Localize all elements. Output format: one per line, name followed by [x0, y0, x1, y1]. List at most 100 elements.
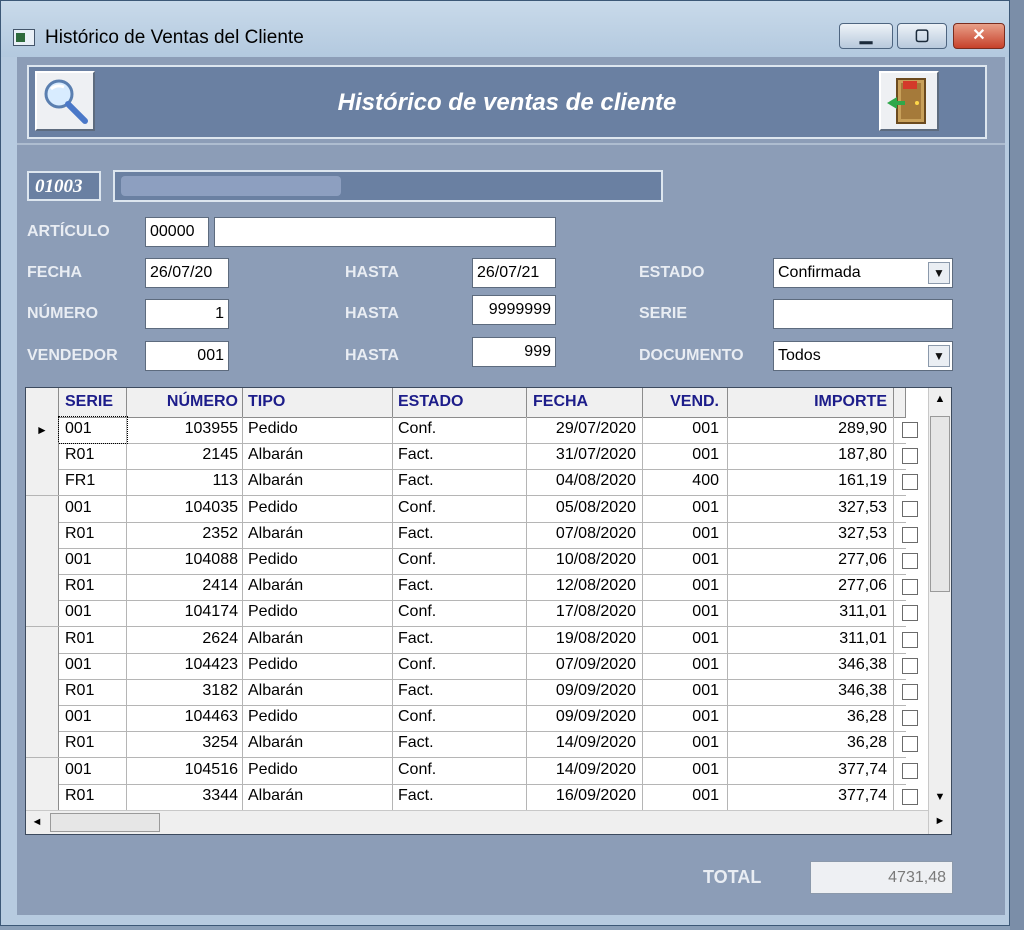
- cell-numero[interactable]: 113: [127, 469, 243, 496]
- cell-numero[interactable]: 2145: [127, 443, 243, 470]
- cell-importe[interactable]: 327,53: [728, 495, 894, 522]
- cell-vend[interactable]: 001: [643, 600, 728, 627]
- numero-to-input[interactable]: 9999999: [472, 295, 556, 325]
- cell-importe[interactable]: 311,01: [728, 600, 894, 627]
- cell-serie[interactable]: R01: [59, 574, 127, 601]
- cell-fecha[interactable]: 14/09/2020: [527, 757, 643, 784]
- table-row[interactable]: R01 2352 Albarán Fact. 07/08/2020 001 327,53: [26, 521, 918, 549]
- cell-vend[interactable]: 001: [643, 521, 728, 548]
- vendedor-to-input[interactable]: 999: [472, 337, 556, 367]
- cell-tipo[interactable]: Pedido: [243, 548, 393, 574]
- row-indicator[interactable]: [26, 574, 59, 601]
- cell-tipo[interactable]: Pedido: [243, 495, 393, 522]
- cell-serie[interactable]: 001: [59, 652, 127, 679]
- row-checkbox[interactable]: [902, 657, 918, 674]
- cell-fecha[interactable]: 19/08/2020: [527, 626, 643, 653]
- row-checkbox[interactable]: [902, 788, 918, 805]
- cell-serie[interactable]: FR1: [59, 469, 127, 496]
- cell-tipo[interactable]: Albarán: [243, 469, 393, 496]
- cell-tipo[interactable]: Pedido: [243, 417, 393, 443]
- estado-select[interactable]: Confirmada ▼: [773, 258, 953, 288]
- cell-estado[interactable]: Fact.: [393, 731, 527, 758]
- cell-fecha[interactable]: 16/09/2020: [527, 783, 643, 810]
- row-indicator[interactable]: [26, 548, 59, 574]
- cell-fecha[interactable]: 07/08/2020: [527, 521, 643, 548]
- column-header-estado[interactable]: ESTADO: [393, 388, 527, 417]
- table-row[interactable]: R01 3254 Albarán Fact. 14/09/2020 001 36,28: [26, 731, 918, 759]
- cell-vend[interactable]: 001: [643, 679, 728, 705]
- cell-estado[interactable]: Conf.: [393, 495, 527, 522]
- row-indicator[interactable]: [26, 731, 59, 758]
- cell-fecha[interactable]: 17/08/2020: [527, 600, 643, 627]
- row-checkbox[interactable]: [902, 579, 918, 596]
- cell-numero[interactable]: 104423: [127, 652, 243, 679]
- row-checkbox[interactable]: [902, 684, 918, 700]
- row-checkbox[interactable]: [902, 605, 918, 622]
- vertical-scroll-thumb[interactable]: [930, 416, 950, 592]
- cell-importe[interactable]: 187,80: [728, 443, 894, 470]
- column-header-numero[interactable]: NÚMERO: [127, 388, 243, 417]
- cell-importe[interactable]: 346,38: [728, 679, 894, 705]
- cell-numero[interactable]: 2624: [127, 626, 243, 653]
- row-checkbox[interactable]: [902, 448, 918, 465]
- row-checkbox[interactable]: [902, 474, 918, 491]
- table-row[interactable]: 001 104035 Pedido Conf. 05/08/2020 001 327,53: [26, 495, 918, 523]
- cell-vend[interactable]: 001: [643, 652, 728, 679]
- cell-estado[interactable]: Fact.: [393, 626, 527, 653]
- scroll-left-icon[interactable]: ◄: [26, 811, 48, 833]
- cell-fecha[interactable]: 07/09/2020: [527, 652, 643, 679]
- cell-estado[interactable]: Conf.: [393, 652, 527, 679]
- cell-tipo[interactable]: Pedido: [243, 705, 393, 732]
- cell-serie[interactable]: R01: [59, 679, 127, 705]
- cell-serie[interactable]: 001: [58, 416, 128, 444]
- row-indicator[interactable]: [26, 469, 59, 496]
- cell-fecha[interactable]: 10/08/2020: [527, 548, 643, 574]
- cell-fecha[interactable]: 09/09/2020: [527, 679, 643, 705]
- column-header-tipo[interactable]: TIPO: [243, 388, 393, 417]
- cell-estado[interactable]: Fact.: [393, 679, 527, 705]
- fecha-to-input[interactable]: 26/07/21: [472, 258, 556, 288]
- cell-vend[interactable]: 001: [643, 757, 728, 784]
- vendedor-from-input[interactable]: 001: [145, 341, 229, 371]
- cell-tipo[interactable]: Pedido: [243, 600, 393, 627]
- column-header-importe[interactable]: IMPORTE: [728, 388, 894, 417]
- table-row[interactable]: 001 104516 Pedido Conf. 14/09/2020 001 377,74: [26, 757, 918, 785]
- cell-serie[interactable]: R01: [59, 443, 127, 470]
- cell-importe[interactable]: 327,53: [728, 521, 894, 548]
- cell-numero[interactable]: 104463: [127, 705, 243, 732]
- cell-numero[interactable]: 3344: [127, 783, 243, 810]
- row-indicator[interactable]: [26, 679, 59, 705]
- cell-vend[interactable]: 001: [643, 417, 728, 443]
- row-checkbox[interactable]: [902, 762, 918, 779]
- cell-tipo[interactable]: Albarán: [243, 731, 393, 758]
- cell-vend[interactable]: 400: [643, 469, 728, 496]
- row-checkbox[interactable]: [902, 710, 918, 727]
- cell-vend[interactable]: 001: [643, 548, 728, 574]
- cell-numero[interactable]: 2414: [127, 574, 243, 601]
- cell-serie[interactable]: 001: [59, 600, 127, 627]
- exit-button[interactable]: [879, 71, 939, 131]
- cell-serie[interactable]: R01: [59, 521, 127, 548]
- serie-input[interactable]: [773, 299, 953, 329]
- table-row[interactable]: R01 3182 Albarán Fact. 09/09/2020 001 346,38: [26, 679, 918, 706]
- cell-estado[interactable]: Conf.: [393, 757, 527, 784]
- cell-vend[interactable]: 001: [643, 705, 728, 732]
- minimize-button[interactable]: ▁: [839, 23, 893, 49]
- horizontal-scrollbar[interactable]: ◄: [26, 810, 928, 834]
- cell-numero[interactable]: 104088: [127, 548, 243, 574]
- cell-vend[interactable]: 001: [643, 783, 728, 810]
- cell-serie[interactable]: R01: [59, 783, 127, 810]
- row-indicator[interactable]: ►: [26, 417, 59, 443]
- scroll-down-icon[interactable]: ▼: [929, 786, 951, 808]
- cell-estado[interactable]: Conf.: [393, 548, 527, 574]
- cell-importe[interactable]: 36,28: [728, 705, 894, 732]
- cell-fecha[interactable]: 29/07/2020: [527, 417, 643, 443]
- cell-estado[interactable]: Fact.: [393, 469, 527, 496]
- table-row[interactable]: R01 3344 Albarán Fact. 16/09/2020 001 377,74: [26, 783, 918, 811]
- cell-numero[interactable]: 3182: [127, 679, 243, 705]
- cell-fecha[interactable]: 31/07/2020: [527, 443, 643, 470]
- scroll-right-icon[interactable]: ►: [929, 810, 951, 832]
- cell-tipo[interactable]: Albarán: [243, 443, 393, 470]
- cell-importe[interactable]: 311,01: [728, 626, 894, 653]
- cell-importe[interactable]: 346,38: [728, 652, 894, 679]
